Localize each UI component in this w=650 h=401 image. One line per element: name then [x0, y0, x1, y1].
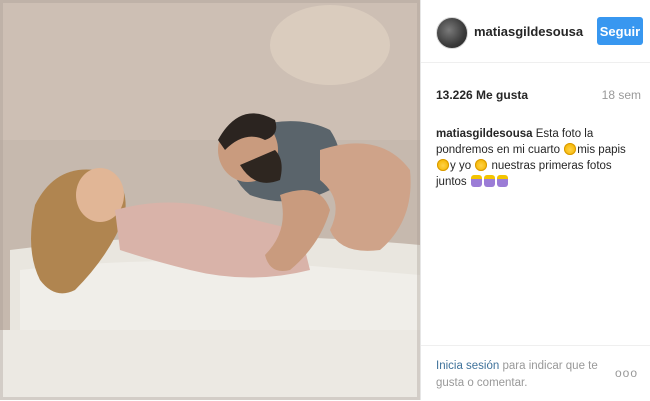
username-link[interactable]: matiasgildesousa — [474, 24, 583, 39]
avatar[interactable] — [436, 17, 468, 49]
post-footer: Inicia sesión para indicar que te gusta … — [421, 345, 650, 401]
photo-artwork — [0, 0, 420, 400]
heart-eyes-emoji-icon — [564, 143, 577, 155]
family-emoji-icon — [470, 175, 482, 187]
post-time[interactable]: 18 sem — [602, 88, 641, 102]
caption-username[interactable]: matiasgildesousa — [436, 128, 533, 140]
caption: matiasgildesousa Esta foto la pondremos … — [436, 126, 641, 190]
caption-text-3: y yo — [450, 160, 472, 172]
stats-row: 13.226 Me gusta 18 sem — [436, 88, 641, 106]
login-link[interactable]: Inicia sesión — [436, 360, 499, 372]
family-emoji-icon — [496, 175, 508, 187]
more-options-icon[interactable]: ooo — [615, 366, 638, 380]
follow-button[interactable]: Seguir — [597, 17, 643, 45]
kiss-emoji-icon — [437, 159, 449, 171]
post-header: matiasgildesousa Seguir — [421, 0, 650, 63]
post-photo[interactable] — [0, 0, 420, 400]
post-sidebar: matiasgildesousa Seguir 13.226 Me gusta … — [421, 0, 650, 400]
family-emoji-icon — [483, 175, 495, 187]
login-prompt: Inicia sesión para indicar que te gusta … — [436, 358, 606, 392]
angel-emoji-icon — [475, 159, 488, 171]
likes-count[interactable]: 13.226 Me gusta — [436, 88, 528, 102]
caption-text-2: mis papis — [577, 144, 626, 156]
